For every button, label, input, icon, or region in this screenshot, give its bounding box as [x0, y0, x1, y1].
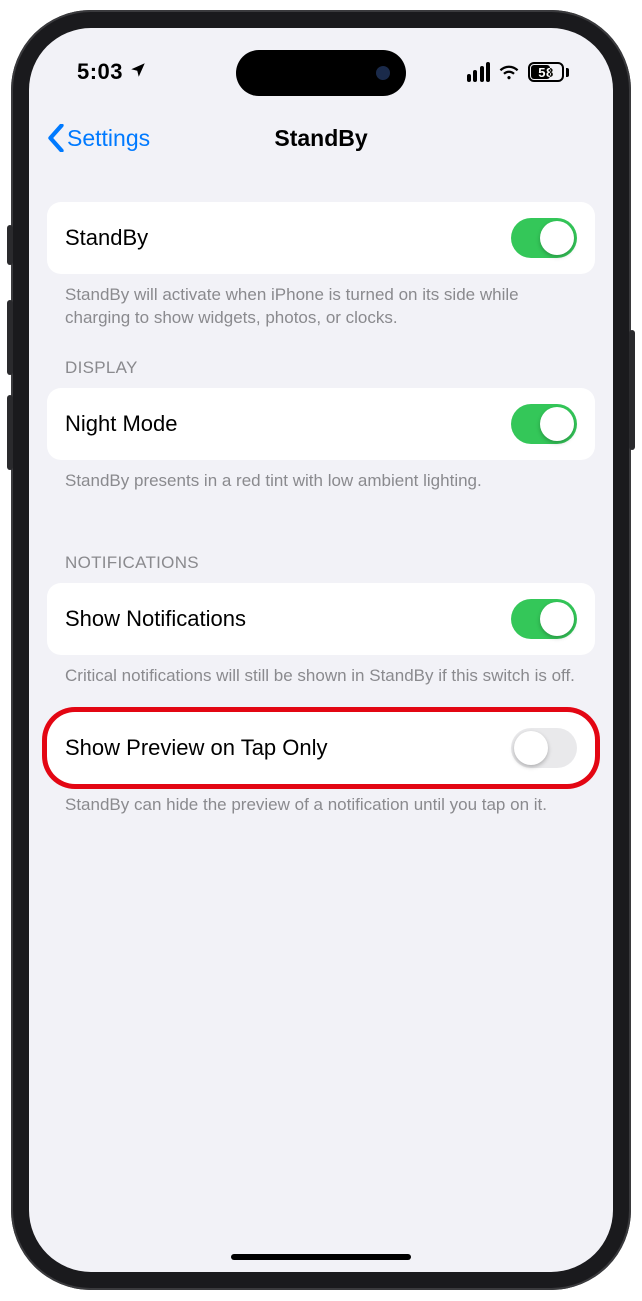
notifications-header: NOTIFICATIONS	[47, 553, 595, 583]
volume-down-button	[7, 395, 13, 470]
night-mode-toggle[interactable]	[511, 404, 577, 444]
back-label: Settings	[67, 125, 150, 152]
back-button[interactable]: Settings	[47, 124, 150, 152]
status-time: 5:03	[77, 59, 123, 85]
nav-header: Settings StandBy	[29, 108, 613, 168]
standby-footer: StandBy will activate when iPhone is tur…	[47, 274, 595, 330]
show-preview-label: Show Preview on Tap Only	[65, 735, 328, 761]
night-mode-label: Night Mode	[65, 411, 178, 437]
chevron-left-icon	[47, 124, 65, 152]
show-preview-row: Show Preview on Tap Only	[47, 712, 595, 784]
content[interactable]: StandBy StandBy will activate when iPhon…	[29, 168, 613, 1272]
screen: 5:03 58 Setti	[29, 28, 613, 1272]
standby-toggle[interactable]	[511, 218, 577, 258]
standby-row: StandBy	[47, 202, 595, 274]
phone-frame: 5:03 58 Setti	[11, 10, 631, 1290]
night-mode-row: Night Mode	[47, 388, 595, 460]
battery-icon: 58	[528, 62, 569, 82]
group-display: DISPLAY Night Mode StandBy presents in a…	[47, 358, 595, 493]
show-notifications-footer: Critical notifications will still be sho…	[47, 655, 595, 688]
page-title: StandBy	[274, 125, 367, 152]
show-notifications-toggle[interactable]	[511, 599, 577, 639]
group-notifications: NOTIFICATIONS Show Notifications Critica…	[47, 553, 595, 817]
cellular-signal-icon	[467, 62, 491, 82]
display-footer: StandBy presents in a red tint with low …	[47, 460, 595, 493]
standby-label: StandBy	[65, 225, 148, 251]
group-main: StandBy StandBy will activate when iPhon…	[47, 202, 595, 330]
show-preview-footer: StandBy can hide the preview of a notifi…	[47, 784, 595, 817]
show-preview-toggle[interactable]	[511, 728, 577, 768]
home-indicator[interactable]	[231, 1254, 411, 1260]
power-button	[629, 330, 635, 450]
location-services-icon	[129, 59, 147, 85]
show-notifications-label: Show Notifications	[65, 606, 246, 632]
show-notifications-row: Show Notifications	[47, 583, 595, 655]
wifi-icon	[498, 61, 520, 83]
mute-switch	[7, 225, 13, 265]
dynamic-island	[236, 50, 406, 96]
volume-up-button	[7, 300, 13, 375]
display-header: DISPLAY	[47, 358, 595, 388]
